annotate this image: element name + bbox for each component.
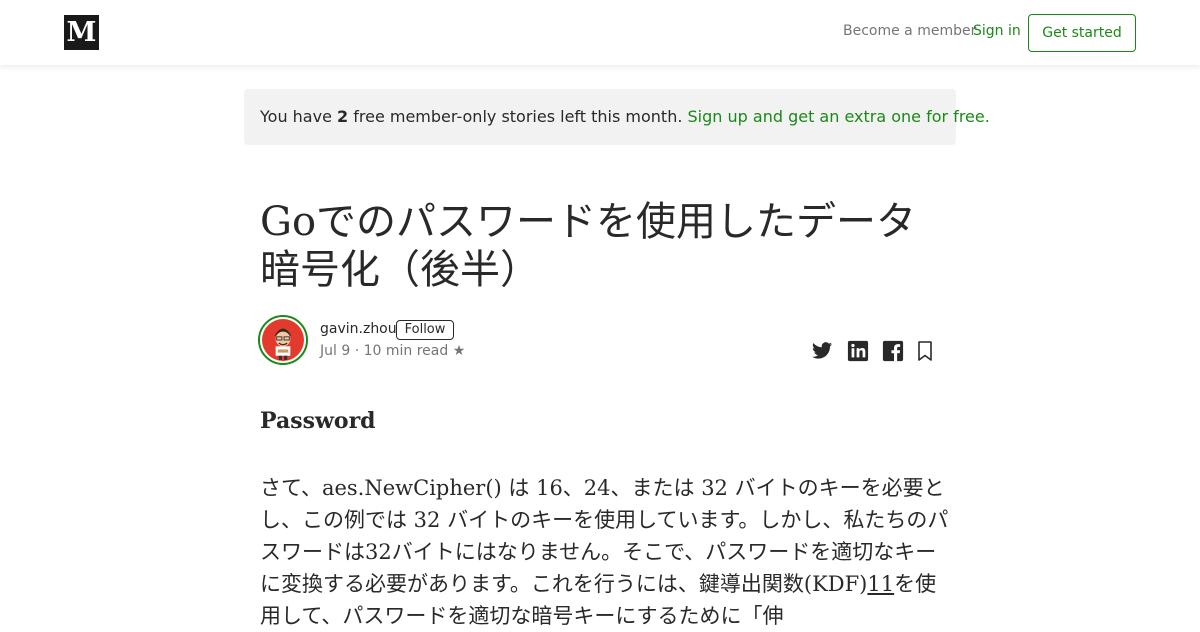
linkedin-icon[interactable]	[847, 340, 869, 362]
sign-in-link[interactable]: Sign in	[973, 23, 1021, 39]
author-avatar[interactable]	[258, 315, 308, 365]
avatar-character-icon	[274, 328, 292, 360]
footnote-link[interactable]: 11	[867, 572, 894, 596]
member-star-icon: ★	[448, 343, 466, 359]
avatar-image	[262, 319, 304, 361]
facebook-icon[interactable]	[882, 340, 904, 362]
author-name[interactable]: gavin.zhou	[320, 321, 397, 337]
banner-suffix: free member-only stories left this month…	[348, 107, 688, 126]
read-time: 10 min read	[363, 343, 449, 359]
member-stories-banner: You have 2 free member-only stories left…	[244, 89, 990, 145]
banner-signup-link[interactable]: Sign up and get an extra one for free.	[688, 107, 990, 126]
medium-logo[interactable]: M	[64, 15, 99, 50]
banner-prefix: You have	[260, 107, 338, 126]
meta-separator: ·	[350, 343, 364, 359]
article-title: Goでのパスワードを使用したデータ 暗号化（後半）	[260, 198, 960, 294]
become-member-link[interactable]: Become a member	[843, 23, 976, 39]
body-text-part-1: さて、aes.NewCipher() は 16、24、または 32 バイトのキー…	[260, 476, 949, 596]
twitter-icon[interactable]	[811, 340, 833, 362]
bookmark-icon[interactable]	[915, 340, 935, 362]
follow-button[interactable]: Follow	[396, 320, 454, 340]
article-body-paragraph: さて、aes.NewCipher() は 16、24、または 32 バイトのキー…	[260, 472, 950, 632]
article-meta: Jul 9 · 10 min read ★	[320, 343, 465, 359]
banner-count: 2	[337, 107, 349, 126]
article-title-line-2: 暗号化（後半）	[260, 247, 540, 293]
section-heading: Password	[260, 408, 376, 434]
top-navigation-bar: M Become a member Sign in Get started	[0, 0, 1200, 65]
get-started-button[interactable]: Get started	[1028, 14, 1136, 52]
article-title-line-1: Goでのパスワードを使用したデータ	[260, 199, 917, 245]
publish-date: Jul 9	[320, 343, 351, 359]
